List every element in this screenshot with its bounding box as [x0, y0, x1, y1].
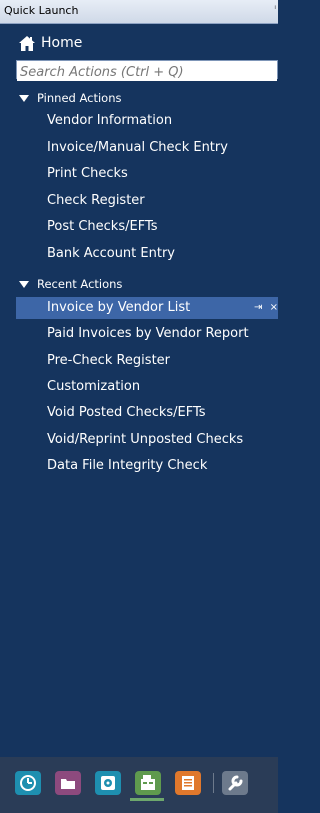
folder-button[interactable] [55, 771, 81, 795]
module-toolbar [0, 757, 278, 813]
pinned-item[interactable]: Print Checks [16, 163, 278, 185]
home-icon [18, 35, 36, 56]
collapse-triangle-icon [19, 95, 29, 102]
search-actions-input[interactable] [17, 64, 277, 81]
pinned-item-label: Check Register [47, 193, 145, 208]
recent-item-selected[interactable]: Invoice by Vendor List ⇥ × [16, 297, 278, 319]
collapse-triangle-icon [19, 281, 29, 288]
pinned-item-label: Post Checks/EFTs [47, 219, 158, 234]
home-link[interactable]: Home [0, 32, 278, 58]
recent-item[interactable]: Void Posted Checks/EFTs [16, 402, 278, 424]
list-button[interactable] [175, 771, 201, 795]
wrench-button[interactable] [222, 771, 248, 795]
home-label: Home [41, 35, 83, 51]
pinned-item-label: Vendor Information [47, 113, 173, 128]
list-icon [182, 776, 194, 790]
recent-item-label: Paid Invoices by Vendor Report [47, 326, 249, 341]
recent-item[interactable]: Customization [16, 376, 278, 398]
dashboard-icon [20, 775, 36, 791]
target-icon [101, 776, 115, 790]
toolbar-separator [213, 773, 214, 793]
recent-item-label: Void/Reprint Unposted Checks [47, 432, 244, 447]
pinned-item[interactable]: Post Checks/EFTs [16, 216, 278, 238]
pinned-item[interactable]: Vendor Information [16, 110, 278, 132]
pinned-item-label: Bank Account Entry [47, 246, 175, 261]
row-actions: ⇥ × [250, 302, 278, 313]
target-button[interactable] [95, 771, 121, 795]
panel-pin-icon[interactable]: ᵢ [274, 2, 276, 12]
recent-item-label: Customization [47, 379, 141, 394]
close-icon[interactable]: × [270, 302, 278, 313]
pinned-actions-header[interactable]: Pinned Actions [0, 90, 278, 108]
recent-item[interactable]: Paid Invoices by Vendor Report [16, 323, 278, 345]
recent-item-label: Void Posted Checks/EFTs [47, 405, 206, 420]
recent-actions-header[interactable]: Recent Actions [0, 276, 278, 294]
recent-item[interactable]: Pre-Check Register [16, 350, 278, 372]
recent-item-label: Data File Integrity Check [47, 458, 208, 473]
dashboard-button[interactable] [15, 771, 41, 795]
recent-actions-label: Recent Actions [37, 277, 123, 291]
panel-title: Quick Launch [4, 4, 79, 17]
pinned-item[interactable]: Invoice/Manual Check Entry [16, 137, 278, 159]
pinned-item[interactable]: Bank Account Entry [16, 243, 278, 265]
register-icon [141, 775, 155, 790]
pinned-actions-label: Pinned Actions [37, 91, 122, 105]
wrench-icon [228, 775, 243, 791]
active-module-indicator [130, 798, 164, 801]
recent-item[interactable]: Void/Reprint Unposted Checks [16, 429, 278, 451]
recent-item-label: Invoice by Vendor List [47, 300, 191, 315]
recent-item[interactable]: Data File Integrity Check [16, 455, 278, 477]
search-actions-box [16, 60, 278, 81]
pinned-item[interactable]: Check Register [16, 190, 278, 212]
register-button[interactable] [135, 771, 161, 795]
folder-icon [61, 779, 75, 789]
quick-launch-titlebar: Quick Launch ᵢ [0, 0, 278, 24]
pinned-item-label: Print Checks [47, 166, 128, 181]
pin-icon[interactable]: ⇥ [254, 302, 262, 313]
pinned-item-label: Invoice/Manual Check Entry [47, 140, 228, 155]
recent-item-label: Pre-Check Register [47, 353, 171, 368]
